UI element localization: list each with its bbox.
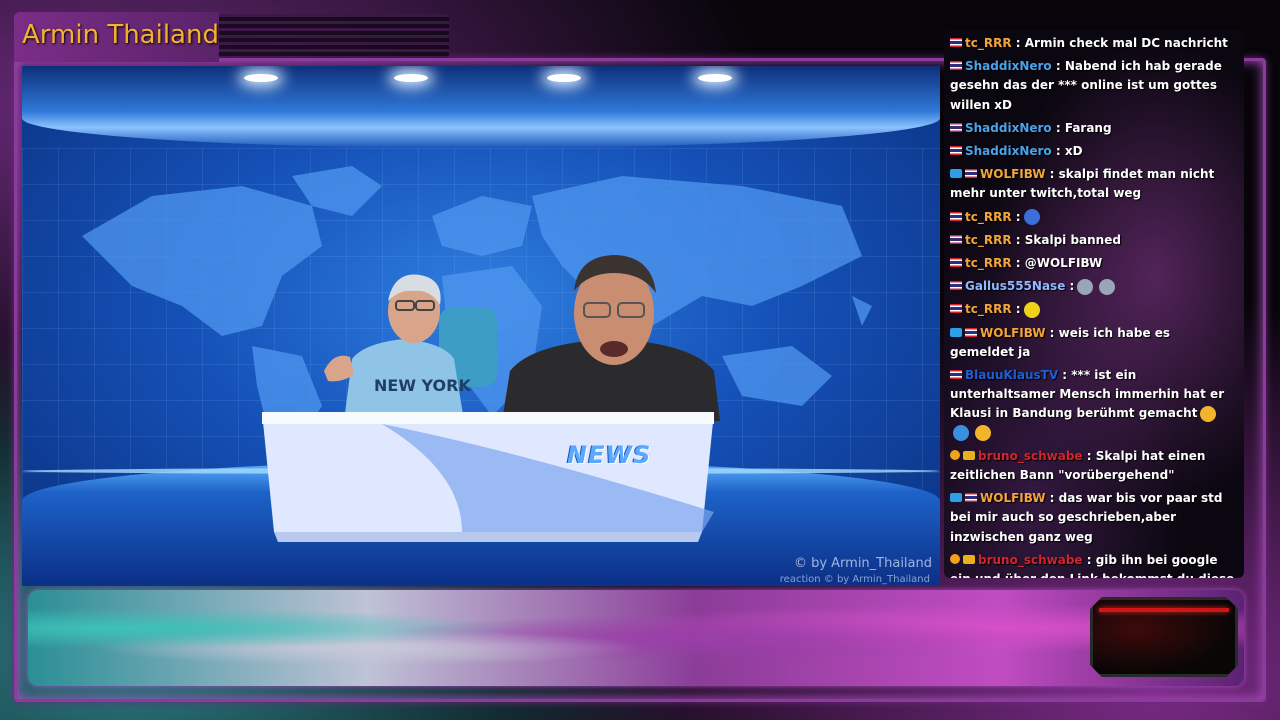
- chat-username[interactable]: bruno_schwabe: [978, 449, 1083, 463]
- chat-message: Gallus555Nase :: [950, 277, 1238, 296]
- watermark: © by Armin_Thailand: [793, 556, 932, 571]
- chat-message-text: : xD: [1051, 144, 1083, 159]
- news-desk: [262, 412, 714, 542]
- chat-username[interactable]: WOLFIBW: [980, 491, 1045, 505]
- chat-username[interactable]: BlauuKlausTV: [965, 368, 1058, 382]
- chat-panel: tc_RRR : Armin check mal DC nachricht Sha…: [944, 30, 1244, 578]
- flag-th-icon: [950, 146, 962, 156]
- watermark-reaction: reaction © by Armin_Thailand: [779, 574, 930, 585]
- channel-title: Armin Thailand: [22, 20, 219, 50]
- flag-th-icon: [950, 258, 962, 268]
- chat-message-text: : Farang: [1051, 120, 1112, 135]
- chat-message: tc_RRR : Armin check mal DC nachricht: [950, 34, 1238, 53]
- flag-th-icon: [965, 327, 977, 337]
- bottom-banner: [28, 590, 1244, 686]
- rocket-emote: [1077, 278, 1094, 295]
- chat-message: tc_RRR : Skalpi banned: [950, 231, 1238, 250]
- flag-th-icon: [965, 493, 977, 503]
- crown-icon: [963, 450, 975, 460]
- chat-username[interactable]: Gallus555Nase: [965, 279, 1065, 293]
- ceiling-light: [547, 74, 581, 82]
- laugh-emote: [1200, 405, 1217, 422]
- chat-message: tc_RRR : @WOLFIBW: [950, 254, 1238, 273]
- chat-username[interactable]: bruno_schwabe: [978, 553, 1083, 567]
- ceiling-light: [394, 74, 428, 82]
- webcam-preview: [1090, 597, 1238, 677]
- chat-message: BlauuKlausTV : *** ist ein unterhaltsame…: [950, 366, 1238, 443]
- flag-th-icon: [950, 61, 962, 71]
- video-feed: NEW YORK NEWS © by Armin_Thailand reacti…: [22, 66, 940, 586]
- gold-badge-icon: [950, 554, 960, 565]
- chat-message: ShaddixNero : Nabend ich hab gerade gese…: [950, 57, 1238, 115]
- ceiling-light: [698, 74, 732, 82]
- chat-message: WOLFIBW : skalpi findet man nicht mehr u…: [950, 165, 1238, 203]
- chat-username[interactable]: WOLFIBW: [980, 167, 1045, 181]
- chat-message-text: :: [1011, 302, 1021, 317]
- chat-username[interactable]: WOLFIBW: [980, 326, 1045, 340]
- presenter-left: NEW YORK: [324, 274, 497, 421]
- laugh-emote: [975, 425, 991, 442]
- flag-th-icon: [950, 234, 962, 244]
- prime-icon: [950, 169, 962, 179]
- flag-th-icon: [950, 122, 962, 132]
- webcam-led-strip: [1099, 608, 1229, 612]
- chat-username[interactable]: tc_RRR: [965, 233, 1012, 247]
- title-stripes-decoration: [219, 14, 449, 58]
- rocket-emote: [1099, 278, 1116, 295]
- chat-username[interactable]: tc_RRR: [965, 210, 1012, 224]
- chat-username[interactable]: ShaddixNero: [965, 59, 1052, 73]
- flag-th-icon: [950, 211, 962, 221]
- chat-message: WOLFIBW : weis ich habe es gemeldet ja: [950, 324, 1238, 362]
- smile-emote: [1023, 301, 1040, 318]
- chat-message: ShaddixNero : xD: [950, 142, 1238, 161]
- chat-username[interactable]: tc_RRR: [965, 36, 1012, 50]
- flag-th-icon: [950, 38, 962, 47]
- flag-th-icon: [965, 169, 977, 179]
- heart-emote: [953, 425, 969, 442]
- chat-username[interactable]: tc_RRR: [965, 256, 1012, 270]
- chat-message-text: : @WOLFIBW: [1011, 256, 1103, 271]
- chat-message: bruno_schwabe : gib ihn bei google ein u…: [950, 551, 1238, 578]
- ceiling-light: [244, 74, 278, 82]
- gold-badge-icon: [950, 450, 960, 461]
- svg-text:NEW YORK: NEW YORK: [374, 376, 471, 395]
- studio-ceiling: [22, 66, 940, 148]
- chat-message: tc_RRR :: [950, 208, 1238, 227]
- chat-message-text: : Armin check mal DC nachricht: [1011, 36, 1228, 50]
- flag-th-icon: [950, 370, 962, 380]
- crown-icon: [963, 554, 975, 564]
- prime-icon: [950, 327, 962, 337]
- news-desk-label: NEWS: [567, 441, 652, 469]
- chat-username[interactable]: tc_RRR: [965, 302, 1012, 316]
- chat-username[interactable]: ShaddixNero: [965, 144, 1052, 158]
- chat-username[interactable]: ShaddixNero: [965, 121, 1052, 135]
- face-emote: [1023, 209, 1040, 226]
- prime-icon: [950, 493, 962, 503]
- chat-message: WOLFIBW : das war bis vor paar std bei m…: [950, 489, 1238, 547]
- chat-message: tc_RRR :: [950, 300, 1238, 319]
- flag-th-icon: [950, 281, 962, 291]
- chat-message: ShaddixNero : Farang: [950, 119, 1238, 138]
- chat-message-text: :: [1011, 209, 1021, 224]
- chat-message-text: : Skalpi banned: [1011, 232, 1121, 247]
- flag-th-icon: [950, 304, 962, 314]
- presenter-right: [502, 255, 720, 421]
- chat-message-text: :: [1065, 279, 1075, 294]
- chat-message: bruno_schwabe : Skalpi hat einen zeitlic…: [950, 447, 1238, 485]
